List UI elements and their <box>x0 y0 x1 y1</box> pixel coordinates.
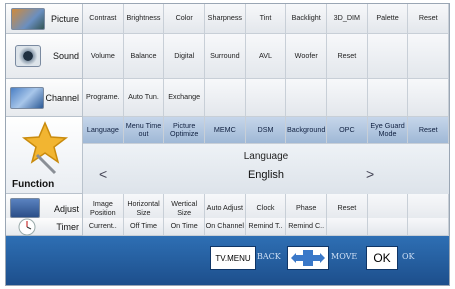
category-timer[interactable]: Timer <box>6 218 83 236</box>
channel-icon <box>10 87 44 109</box>
timer-item[interactable]: On Time <box>164 218 206 236</box>
timer-item[interactable]: Remind T.. <box>245 218 287 236</box>
setting-title: Language <box>243 151 289 162</box>
channel-item <box>245 79 287 117</box>
picture-item[interactable]: Backlight <box>286 4 328 34</box>
channel-item <box>408 79 449 117</box>
channel-item <box>205 79 246 117</box>
timer-item <box>367 218 409 236</box>
timer-item[interactable]: On Channel <box>205 218 246 236</box>
sound-item <box>367 34 409 79</box>
sound-row: Sound Volume Balance Digital Surround AVL Woo… <box>6 34 449 79</box>
sound-item[interactable]: Reset <box>327 34 368 79</box>
channel-item <box>286 79 328 117</box>
cross-arrows-icon <box>291 250 325 266</box>
channel-row: Channel Programe. Auto Tun. Exchange <box>6 79 449 117</box>
timer-item <box>327 218 368 236</box>
timer-row: Timer Current.. Off Time On Time On Channel… <box>6 218 449 236</box>
tv-menu-button[interactable]: TV.MENU <box>210 246 256 270</box>
sound-item[interactable]: Volume <box>83 34 124 79</box>
function-item[interactable]: DSM <box>245 117 287 144</box>
category-label: Channel <box>45 92 79 103</box>
ok-label: OK <box>402 252 415 261</box>
sound-item <box>408 34 449 79</box>
sound-item[interactable]: Surround <box>205 34 246 79</box>
category-label: Timer <box>56 221 79 232</box>
picture-item[interactable]: Sharpness <box>205 4 246 34</box>
function-item[interactable]: Reset <box>408 117 449 144</box>
right-arrow-button[interactable]: > <box>366 166 374 182</box>
sound-item[interactable]: Woofer <box>286 34 328 79</box>
timer-item[interactable]: Off Time <box>123 218 165 236</box>
language-panel: < Language English > <box>83 144 449 195</box>
move-button[interactable] <box>287 246 329 270</box>
function-item[interactable]: Menu Time out <box>123 117 165 144</box>
picture-item[interactable]: 3D_DIM <box>327 4 368 34</box>
channel-item[interactable]: Auto Tun. <box>123 79 165 117</box>
sound-item[interactable]: AVL <box>245 34 287 79</box>
function-item[interactable]: Language <box>83 117 124 144</box>
function-item[interactable]: Picture Optimize <box>164 117 206 144</box>
category-picture[interactable]: Picture <box>6 4 83 34</box>
function-item[interactable]: Background <box>286 117 328 144</box>
timer-item <box>408 218 449 236</box>
picture-item[interactable]: Color <box>164 4 206 34</box>
tv-menu: Picture Contrast Brightness Color Sharpness… <box>5 3 450 286</box>
timer-item[interactable]: Current.. <box>83 218 124 236</box>
channel-item[interactable]: Exchange <box>164 79 206 117</box>
picture-item[interactable]: Contrast <box>83 4 124 34</box>
setting-value[interactable]: English <box>83 169 449 181</box>
tv-screen-icon <box>11 8 45 30</box>
channel-item <box>327 79 368 117</box>
function-item[interactable]: OPC <box>327 117 368 144</box>
category-sound[interactable]: Sound <box>6 34 83 79</box>
channel-item[interactable]: Programe. <box>83 79 124 117</box>
sound-item[interactable]: Balance <box>123 34 165 79</box>
footer-bar: TV.MENU BACK MOVE OK OK <box>6 236 449 285</box>
channel-item <box>367 79 409 117</box>
picture-row: Picture Contrast Brightness Color Sharpness… <box>6 4 449 34</box>
ok-button[interactable]: OK <box>366 246 398 270</box>
move-label: MOVE <box>331 252 358 261</box>
adjust-icon <box>10 198 40 218</box>
back-label: BACK <box>257 252 281 261</box>
timer-item[interactable]: Remind C.. <box>286 218 328 236</box>
picture-item[interactable]: Palette <box>367 4 409 34</box>
picture-item[interactable]: Brightness <box>123 4 165 34</box>
category-label: Adjust <box>53 203 79 214</box>
picture-item[interactable]: Tint <box>245 4 287 34</box>
category-function[interactable]: Function <box>6 117 83 194</box>
clock-icon <box>18 218 36 236</box>
picture-item[interactable]: Reset <box>408 4 449 34</box>
category-channel[interactable]: Channel <box>6 79 83 117</box>
function-items-row: Language Menu Time out Picture Optimize MEM… <box>83 117 449 144</box>
function-item[interactable]: Eye Guard Mode <box>367 117 409 144</box>
category-label: Sound <box>52 51 79 61</box>
star-wand-icon <box>21 121 69 175</box>
category-label: Function <box>12 179 55 190</box>
category-label: Picture <box>50 13 79 24</box>
speaker-icon <box>15 45 41 67</box>
sound-item[interactable]: Digital <box>164 34 206 79</box>
function-item[interactable]: MEMC <box>205 117 246 144</box>
